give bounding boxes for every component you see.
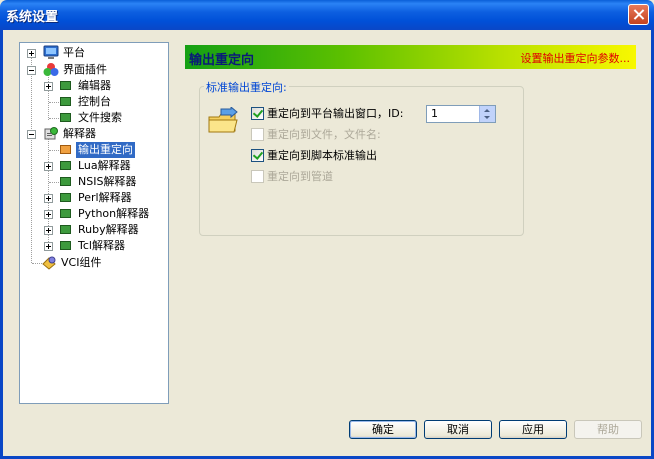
ok-button[interactable]: 确定 bbox=[349, 420, 417, 439]
window-frame-left bbox=[0, 30, 3, 459]
help-button[interactable]: 帮助 bbox=[574, 420, 642, 439]
expand-icon[interactable] bbox=[44, 210, 53, 219]
folder-icon bbox=[60, 241, 71, 250]
expand-icon[interactable] bbox=[44, 226, 53, 235]
apply-button[interactable]: 应用 bbox=[499, 420, 567, 439]
spin-down-icon[interactable] bbox=[484, 116, 490, 119]
tree-item-label: 文件搜索 bbox=[78, 111, 122, 124]
folder-icon bbox=[60, 145, 71, 154]
cancel-button[interactable]: 取消 bbox=[424, 420, 492, 439]
tree-item-label: 解释器 bbox=[63, 127, 96, 140]
folder-icon bbox=[60, 193, 71, 202]
checkbox-label: 重定向到管道 bbox=[267, 170, 333, 183]
folder-icon bbox=[60, 81, 71, 90]
folder-icon bbox=[60, 225, 71, 234]
checkbox-box[interactable] bbox=[251, 149, 264, 162]
folder-icon bbox=[60, 177, 71, 186]
tree-item-label: Python解释器 bbox=[78, 207, 150, 220]
tree-item-label: 平台 bbox=[63, 46, 85, 59]
component-icon bbox=[42, 256, 56, 270]
panel-title: 输出重定向 bbox=[189, 53, 255, 68]
monitor-icon bbox=[43, 45, 59, 59]
tree-item-label: Tcl解释器 bbox=[78, 239, 125, 252]
folder-icon bbox=[60, 209, 71, 218]
tree-item-label: 界面插件 bbox=[63, 63, 107, 76]
title-bar: 系统设置 bbox=[0, 0, 654, 30]
folder-icon bbox=[60, 161, 71, 170]
expand-icon[interactable] bbox=[27, 49, 36, 58]
tree-item-label: Lua解释器 bbox=[78, 159, 131, 172]
panel-header: 输出重定向 设置输出重定向参数... bbox=[185, 45, 636, 69]
spin-up-icon[interactable] bbox=[484, 109, 490, 112]
id-value[interactable]: 1 bbox=[431, 107, 438, 120]
folder-icon bbox=[60, 113, 71, 122]
checkbox-box[interactable] bbox=[251, 170, 264, 183]
expand-icon[interactable] bbox=[44, 162, 53, 171]
panel-description: 设置输出重定向参数... bbox=[520, 52, 631, 65]
close-button[interactable] bbox=[628, 4, 649, 25]
tree-item-label: Ruby解释器 bbox=[78, 223, 139, 236]
group-label: 标准输出重定向: bbox=[204, 79, 289, 95]
tree-item-label: 输出重定向 bbox=[76, 142, 135, 158]
tree-item-label: 控制台 bbox=[78, 95, 111, 108]
interpreter-icon bbox=[44, 127, 58, 140]
expand-icon[interactable] bbox=[44, 242, 53, 251]
output-window-id-spinner[interactable]: 1 bbox=[426, 105, 496, 123]
collapse-icon[interactable] bbox=[27, 66, 36, 75]
folder-icon bbox=[60, 97, 71, 106]
checkbox-label: 重定向到文件，文件名: bbox=[267, 128, 381, 141]
tree-item-label: Perl解释器 bbox=[78, 191, 132, 204]
plugins-icon bbox=[43, 63, 59, 76]
spinner-buttons[interactable] bbox=[479, 106, 495, 122]
tree-item-label: NSIS解释器 bbox=[78, 175, 137, 188]
checkbox-box[interactable] bbox=[251, 128, 264, 141]
folder-redirect-icon bbox=[208, 107, 238, 133]
checkbox-box[interactable] bbox=[251, 107, 264, 120]
expand-icon[interactable] bbox=[44, 194, 53, 203]
tree-item-label: VCI组件 bbox=[61, 256, 102, 269]
collapse-icon[interactable] bbox=[27, 130, 36, 139]
expand-icon[interactable] bbox=[44, 82, 53, 91]
settings-tree[interactable]: 平台 界面插件 编辑器 控制台 文件搜索 解释器 输出重定向 Lua解释器 NS… bbox=[19, 42, 169, 404]
window-title: 系统设置 bbox=[6, 10, 59, 25]
checkbox-label: 重定向到脚本标准输出 bbox=[267, 149, 377, 162]
checkbox-label: 重定向到平台输出窗口，ID: bbox=[267, 107, 404, 120]
tree-item-label: 编辑器 bbox=[78, 79, 111, 92]
